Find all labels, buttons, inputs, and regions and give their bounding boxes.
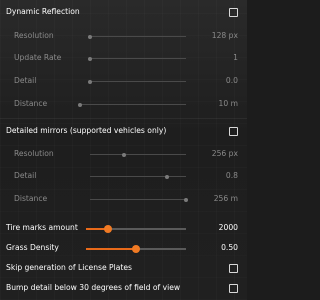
dr-distance-knob[interactable] [78, 102, 82, 107]
bump-detail-checkbox[interactable] [229, 284, 238, 293]
tire-marks-value: 2000 [218, 223, 238, 232]
dm-resolution-knob[interactable] [121, 152, 126, 157]
dm-detail-slider[interactable] [90, 174, 186, 179]
section-divider [0, 118, 247, 119]
dm-detail-value: 0.8 [225, 171, 238, 180]
detailed-mirrors-row[interactable]: Detailed mirrors (supported vehicles onl… [0, 121, 247, 143]
dr-resolution-row: Resolution 128 px [0, 26, 247, 48]
detailed-mirrors-label: Detailed mirrors (supported vehicles onl… [6, 126, 167, 135]
grass-density-value: 0.50 [221, 243, 238, 252]
dr-update-rate-value: 1 [233, 53, 238, 62]
dr-distance-slider[interactable] [78, 102, 186, 107]
dr-resolution-label: Resolution [14, 31, 54, 40]
grass-density-label: Grass Density [6, 243, 59, 252]
dr-resolution-value: 128 px [211, 31, 238, 40]
tire-marks-row: Tire marks amount 2000 [0, 218, 247, 240]
dr-detail-knob[interactable] [88, 79, 92, 84]
dr-distance-row: Distance 10 m [0, 94, 247, 116]
graphics-settings-panel: Dynamic Reflection Resolution 128 px Upd… [0, 0, 247, 300]
tire-marks-slider[interactable] [86, 224, 186, 233]
dr-detail-row: Detail 0.0 [0, 71, 247, 93]
dynamic-reflection-row[interactable]: Dynamic Reflection [0, 2, 247, 24]
dr-detail-label: Detail [14, 76, 37, 85]
grass-density-fill [86, 248, 136, 250]
bump-detail-row[interactable]: Bump detail below 30 degrees of field of… [0, 278, 247, 300]
dm-distance-slider[interactable] [90, 197, 188, 202]
dm-detail-knob[interactable] [164, 174, 169, 179]
dr-update-rate-label: Update Rate [14, 53, 62, 62]
dynamic-reflection-checkbox[interactable] [229, 8, 238, 17]
skip-license-plates-row[interactable]: Skip generation of License Plates [0, 258, 247, 280]
dynamic-reflection-label: Dynamic Reflection [6, 7, 80, 16]
dm-distance-label: Distance [14, 194, 48, 203]
dm-detail-row: Detail 0.8 [0, 166, 247, 188]
dr-detail-value: 0.0 [225, 76, 238, 85]
tire-marks-label: Tire marks amount [6, 223, 78, 232]
dr-resolution-slider[interactable] [88, 34, 186, 39]
skip-license-plates-checkbox[interactable] [229, 264, 238, 273]
grass-density-knob[interactable] [132, 244, 140, 253]
grass-density-row: Grass Density 0.50 [0, 238, 247, 260]
grass-density-slider[interactable] [86, 244, 186, 253]
dr-distance-label: Distance [14, 99, 48, 108]
tire-marks-knob[interactable] [104, 224, 112, 233]
dr-distance-value: 10 m [218, 99, 238, 108]
dr-update-rate-row: Update Rate 1 [0, 48, 247, 70]
dm-resolution-slider[interactable] [90, 152, 186, 157]
dm-resolution-value: 256 px [211, 149, 238, 158]
skip-license-plates-label: Skip generation of License Plates [6, 263, 132, 272]
dr-update-rate-slider[interactable] [88, 56, 186, 61]
dm-distance-knob[interactable] [184, 197, 188, 202]
bump-detail-label: Bump detail below 30 degrees of field of… [6, 283, 181, 292]
dr-resolution-knob[interactable] [88, 34, 92, 39]
detailed-mirrors-checkbox[interactable] [229, 127, 238, 136]
dr-detail-slider[interactable] [88, 79, 186, 84]
dm-resolution-label: Resolution [14, 149, 54, 158]
dm-distance-value: 256 m [213, 194, 238, 203]
dm-distance-row: Distance 256 m [0, 189, 247, 211]
dr-update-rate-knob[interactable] [88, 56, 92, 61]
dm-detail-label: Detail [14, 171, 37, 180]
dm-resolution-row: Resolution 256 px [0, 144, 247, 166]
